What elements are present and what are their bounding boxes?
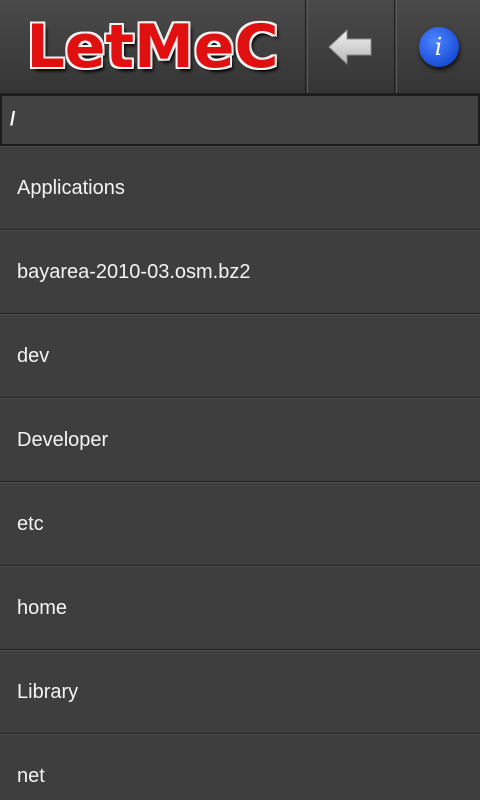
list-item-label: bayarea-2010-03.osm.bz2	[17, 260, 251, 283]
info-glyph: i	[434, 32, 443, 61]
list-item-applications[interactable]: Applications	[0, 146, 480, 230]
list-item-label: etc	[17, 512, 44, 535]
list-item-label: home	[17, 596, 68, 619]
file-list: Applications bayarea-2010-03.osm.bz2 dev…	[0, 146, 480, 800]
list-item-label: net	[17, 764, 45, 787]
logo-text: LetMeC	[26, 11, 279, 82]
header-bar: LetMeC i	[0, 0, 480, 94]
path-field[interactable]: /	[0, 94, 480, 146]
app-window: LetMeC i / Applications bayarea-2010-03.…	[0, 0, 480, 800]
list-item-home[interactable]: home	[0, 566, 480, 650]
list-item-developer[interactable]: Developer	[0, 398, 480, 482]
list-item-net[interactable]: net	[0, 734, 480, 800]
info-icon: i	[418, 26, 459, 67]
path-text: /	[10, 109, 16, 130]
list-item-bayarea-osm[interactable]: bayarea-2010-03.osm.bz2	[0, 230, 480, 314]
app-logo: LetMeC	[0, 0, 306, 93]
list-item-label: Applications	[17, 176, 125, 199]
list-item-label: dev	[17, 344, 50, 367]
back-arrow-icon	[328, 28, 372, 65]
list-item-etc[interactable]: etc	[0, 482, 480, 566]
info-button[interactable]: i	[396, 0, 480, 93]
list-item-label: Library	[17, 680, 79, 703]
back-button[interactable]	[307, 0, 395, 93]
list-item-library[interactable]: Library	[0, 650, 480, 734]
list-item-label: Developer	[17, 428, 109, 451]
list-item-dev[interactable]: dev	[0, 314, 480, 398]
